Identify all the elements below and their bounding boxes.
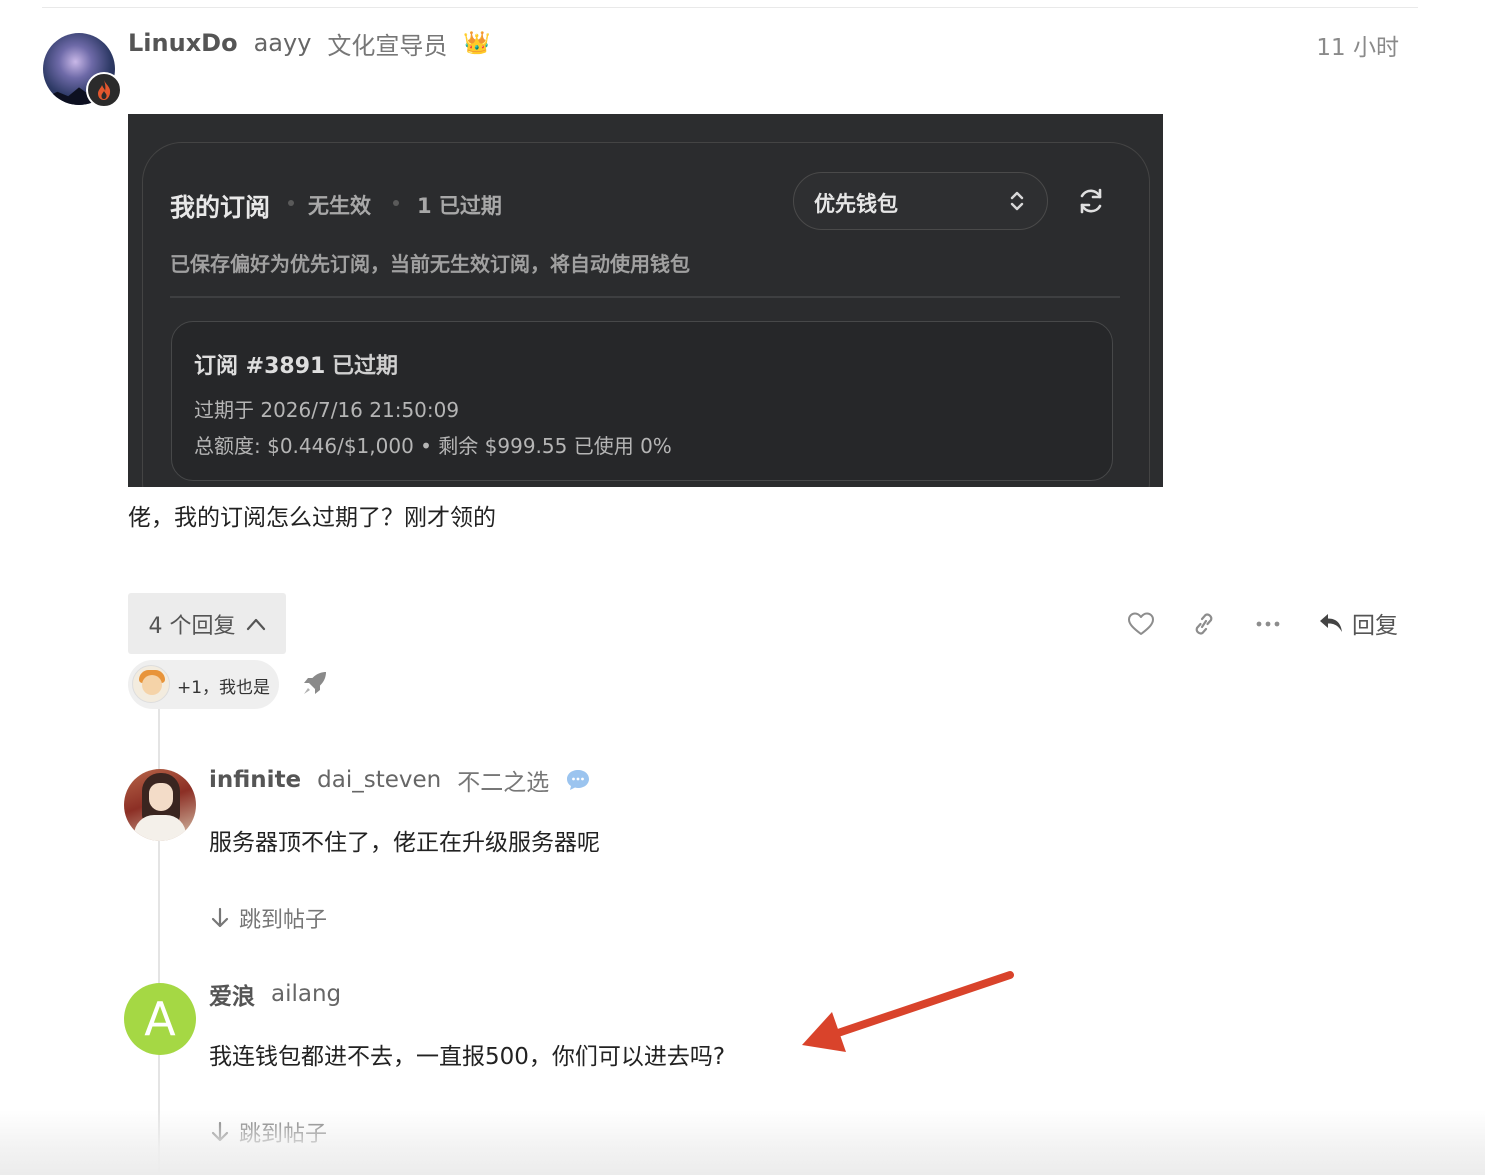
expired-count: 1 已过期 <box>417 194 502 218</box>
jump-to-post-link[interactable]: 跳到帖子 <box>209 902 327 934</box>
chat-bubble-icon <box>567 770 590 790</box>
more-icon[interactable] <box>1252 608 1284 640</box>
reply-icon <box>1320 614 1342 632</box>
jump-label: 跳到帖子 <box>239 1122 328 1147</box>
post-timestamp[interactable]: 11 小时 <box>1316 28 1399 62</box>
post-author: LinuxDo aayy 文化宣导员 👑 <box>128 26 491 60</box>
letter-avatar[interactable]: A <box>124 983 196 1055</box>
reply-body: 服务器顶不住了，佬正在升级服务器呢 <box>209 830 600 856</box>
reply-button[interactable]: 回复 <box>1318 606 1398 640</box>
replies-toggle-label: 4 个回复 <box>148 613 236 639</box>
separator-dot <box>393 200 399 206</box>
user-title: 不二之选 <box>457 770 550 796</box>
replies-toggle-button[interactable]: 4 个回复 <box>128 593 286 654</box>
user-title: 文化宣导员 <box>327 31 448 60</box>
wallet-priority-select: 优先钱包 <box>793 172 1048 230</box>
username[interactable]: infinite <box>209 767 301 793</box>
flame-icon <box>86 72 122 108</box>
post-body: 佬，我的订阅怎么过期了？刚才领的 <box>128 505 496 531</box>
separator-dot <box>288 200 294 206</box>
reaction-pill[interactable]: +1，我也是 <box>128 660 279 709</box>
embedded-screenshot[interactable]: 我的订阅 无生效 1 已过期 优先钱包 已保存偏好为优先订阅，当前无生效订阅，将… <box>128 114 1163 487</box>
top-divider <box>42 7 1418 8</box>
reaction-text: +1，我也是 <box>177 678 271 698</box>
heart-icon[interactable] <box>1125 608 1157 640</box>
user-handle[interactable]: aayy <box>254 29 312 57</box>
chevron-up-icon <box>246 618 265 630</box>
active-count: 无生效 <box>308 194 371 218</box>
chevron-updown-icon <box>1010 191 1024 211</box>
subscription-id: 订阅 #3891 <box>194 354 326 379</box>
username[interactable]: LinuxDo <box>128 29 238 57</box>
rocket-icon[interactable] <box>300 668 330 698</box>
reply-body: 我连钱包都进不去，一直报500，你们可以进去吗? <box>209 1044 726 1070</box>
reaction-avatar <box>132 665 170 703</box>
arrow-down-icon <box>211 1121 229 1142</box>
crown-icon: 👑 <box>463 30 491 56</box>
jump-label: 跳到帖子 <box>239 908 328 933</box>
jump-to-post-link[interactable]: 跳到帖子 <box>209 1116 327 1148</box>
user-handle[interactable]: ailang <box>271 981 341 1007</box>
username[interactable]: 爱浪 <box>209 977 255 1011</box>
user-avatar[interactable] <box>124 769 196 841</box>
arrow-down-icon <box>211 907 229 928</box>
subscription-title: 我的订阅 <box>170 193 271 222</box>
refresh-icon <box>1080 188 1102 214</box>
user-handle[interactable]: dai_steven <box>317 767 441 793</box>
preference-note: 已保存偏好为优先订阅，当前无生效订阅，将自动使用钱包 <box>170 252 690 276</box>
link-icon[interactable] <box>1188 608 1220 640</box>
reply-author: infinite dai_steven 不二之选 <box>209 764 591 796</box>
subscription-expiry: 过期于 2026/7/16 21:50:09 <box>194 398 460 422</box>
annotation-arrow-icon <box>802 971 1014 1052</box>
panel-divider <box>170 296 1120 298</box>
subscription-card: 订阅 #3891 已过期 过期于 2026/7/16 21:50:09 总额度:… <box>171 321 1113 481</box>
reply-author: 爱浪 ailang <box>209 978 341 1010</box>
subscription-status: 已过期 <box>332 354 399 379</box>
subscription-quota: 总额度: $0.446/$1,000 • 剩余 $999.55 已使用 0% <box>194 434 672 458</box>
reply-label: 回复 <box>1352 613 1398 639</box>
select-value: 优先钱包 <box>814 192 898 216</box>
